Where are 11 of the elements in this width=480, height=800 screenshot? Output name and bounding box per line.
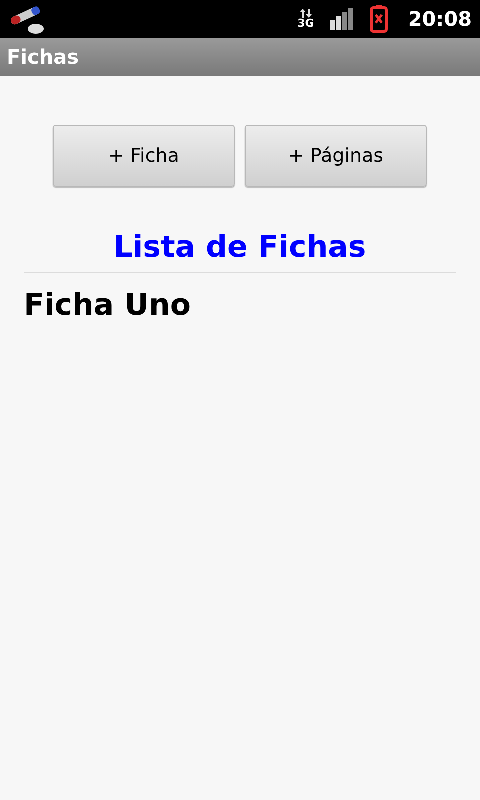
data-arrows-icon (298, 9, 313, 18)
clock: 20:08 (408, 6, 472, 33)
action-button[interactable]: + Páginas (245, 125, 427, 187)
window-title: Fichas (7, 44, 80, 71)
list-item[interactable]: Ficha Uno (24, 283, 456, 328)
network-type-indicator: 3G (298, 18, 314, 29)
list-heading: Lista de Fichas (114, 230, 366, 265)
pill-icon (8, 4, 46, 34)
signal-icon (330, 8, 354, 30)
battery-icon (370, 5, 388, 33)
action-button[interactable]: + Ficha (53, 125, 235, 187)
